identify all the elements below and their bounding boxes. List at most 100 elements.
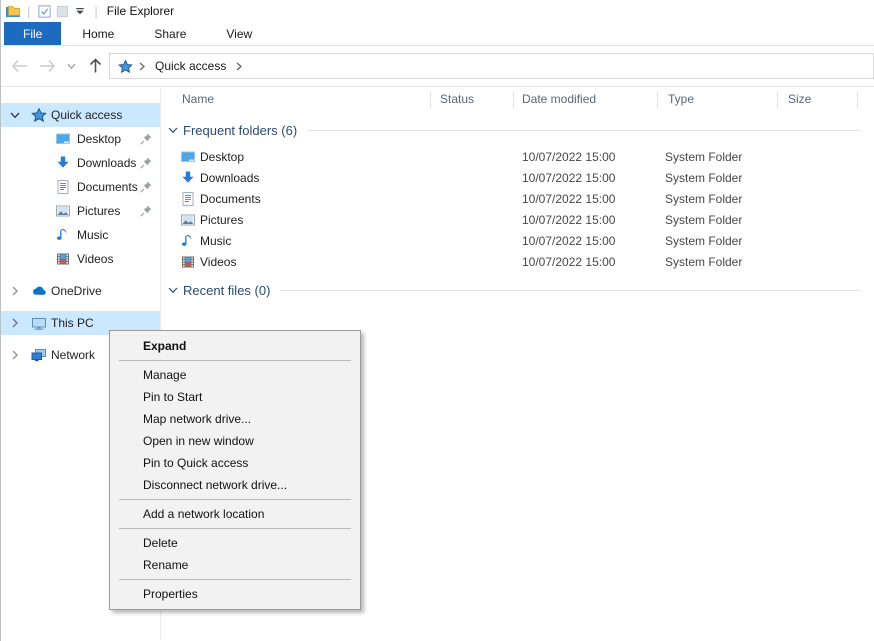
sidebar-item-label: Downloads — [77, 156, 136, 170]
column-divider[interactable] — [857, 91, 858, 109]
sidebar-item-label: Desktop — [77, 132, 121, 146]
tab-share[interactable]: Share — [135, 22, 205, 45]
menu-item-delete[interactable]: Delete — [110, 532, 360, 554]
network-icon — [31, 347, 47, 363]
column-divider[interactable] — [777, 91, 778, 109]
file-row-documents[interactable]: Documents 10/07/2022 15:00 System Folder — [161, 188, 874, 209]
desktop-icon — [180, 149, 196, 165]
sidebar-item-downloads[interactable]: Downloads — [1, 151, 160, 175]
chevron-down-icon[interactable] — [9, 109, 21, 121]
documents-icon — [55, 179, 71, 195]
file-row-music[interactable]: Music 10/07/2022 15:00 System Folder — [161, 230, 874, 251]
column-divider[interactable] — [657, 91, 658, 109]
file-name: Desktop — [200, 150, 244, 164]
sidebar-item-label: Pictures — [77, 204, 120, 218]
qat-customize-chevron-icon[interactable] — [71, 2, 89, 20]
file-type: System Folder — [665, 255, 742, 269]
sidebar-item-quick-access[interactable]: Quick access — [1, 103, 160, 127]
tab-file[interactable]: File — [4, 22, 61, 45]
file-name: Videos — [200, 255, 236, 269]
group-count: (0) — [255, 283, 271, 298]
sidebar-item-onedrive[interactable]: OneDrive — [1, 279, 160, 303]
window-title: File Explorer — [107, 4, 174, 18]
group-label: Recent files — [183, 283, 251, 298]
column-header-type[interactable]: Type — [668, 92, 694, 106]
videos-film-icon — [180, 254, 196, 270]
documents-icon — [180, 191, 196, 207]
music-note-icon — [180, 233, 196, 249]
menu-item-disconnect-network-drive[interactable]: Disconnect network drive... — [110, 474, 360, 496]
file-date-modified: 10/07/2022 15:00 — [522, 192, 615, 206]
explorer-folder-icon — [4, 2, 22, 20]
file-row-desktop[interactable]: Desktop 10/07/2022 15:00 System Folder — [161, 146, 874, 167]
column-divider[interactable] — [513, 91, 514, 109]
forward-button[interactable] — [37, 56, 57, 76]
chevron-right-icon[interactable] — [9, 285, 21, 297]
recent-locations-chevron-icon[interactable] — [65, 56, 77, 76]
breadcrumb-chevron-icon[interactable] — [139, 62, 145, 71]
menu-item-rename[interactable]: Rename — [110, 554, 360, 576]
file-name: Downloads — [200, 171, 259, 185]
pin-icon — [139, 132, 153, 146]
sidebar-item-label: This PC — [51, 316, 94, 330]
qat-new-folder-icon[interactable] — [53, 2, 71, 20]
tab-view[interactable]: View — [207, 22, 271, 45]
sidebar-item-pictures[interactable]: Pictures — [1, 199, 160, 223]
group-label: Frequent folders — [183, 123, 278, 138]
chevron-right-icon[interactable] — [9, 349, 21, 361]
sidebar-item-label: Music — [77, 228, 108, 242]
pin-icon — [139, 204, 153, 218]
column-header-size[interactable]: Size — [788, 92, 811, 106]
group-header-frequent-folders[interactable]: Frequent folders (6) — [166, 121, 860, 139]
address-bar[interactable]: Quick access — [109, 53, 874, 79]
file-name: Documents — [200, 192, 261, 206]
up-button[interactable] — [85, 56, 105, 76]
pictures-icon — [180, 212, 196, 228]
chevron-down-icon[interactable] — [166, 127, 180, 134]
chevron-down-icon[interactable] — [166, 287, 180, 294]
menu-item-open-in-new-window[interactable]: Open in new window — [110, 430, 360, 452]
sidebar-item-desktop[interactable]: Desktop — [1, 127, 160, 151]
file-type: System Folder — [665, 150, 742, 164]
group-header-recent-files[interactable]: Recent files (0) — [166, 281, 860, 299]
menu-separator — [119, 499, 351, 500]
group-count: (6) — [281, 123, 297, 138]
back-button[interactable] — [9, 56, 29, 76]
menu-item-manage[interactable]: Manage — [110, 364, 360, 386]
pictures-icon — [55, 203, 71, 219]
column-header-date-modified[interactable]: Date modified — [522, 92, 596, 106]
qat-separator: | — [27, 4, 30, 19]
sidebar-item-documents[interactable]: Documents — [1, 175, 160, 199]
this-pc-monitor-icon — [31, 315, 47, 331]
menu-item-map-network-drive[interactable]: Map network drive... — [110, 408, 360, 430]
menu-item-expand[interactable]: Expand — [110, 335, 360, 357]
file-type: System Folder — [665, 234, 742, 248]
column-header-status[interactable]: Status — [440, 92, 474, 106]
tab-home[interactable]: Home — [63, 22, 133, 45]
qat-properties-icon[interactable] — [35, 2, 53, 20]
file-date-modified: 10/07/2022 15:00 — [522, 234, 615, 248]
pin-icon — [139, 180, 153, 194]
sidebar-item-videos[interactable]: Videos — [1, 247, 160, 271]
menu-item-add-a-network-location[interactable]: Add a network location — [110, 503, 360, 525]
breadcrumb-quick-access[interactable]: Quick access — [151, 57, 230, 75]
menu-item-pin-to-start[interactable]: Pin to Start — [110, 386, 360, 408]
downloads-icon — [55, 155, 71, 171]
frequent-folders-list: Desktop 10/07/2022 15:00 System Folder D… — [161, 146, 874, 272]
file-row-pictures[interactable]: Pictures 10/07/2022 15:00 System Folder — [161, 209, 874, 230]
breadcrumb-chevron-icon[interactable] — [236, 62, 242, 71]
file-row-videos[interactable]: Videos 10/07/2022 15:00 System Folder — [161, 251, 874, 272]
file-date-modified: 10/07/2022 15:00 — [522, 255, 615, 269]
menu-item-pin-to-quick-access[interactable]: Pin to Quick access — [110, 452, 360, 474]
pin-icon — [139, 156, 153, 170]
file-row-downloads[interactable]: Downloads 10/07/2022 15:00 System Folder — [161, 167, 874, 188]
sidebar-item-label: OneDrive — [51, 284, 102, 298]
column-divider[interactable] — [430, 91, 431, 109]
onedrive-cloud-icon — [31, 283, 47, 299]
sidebar-item-music[interactable]: Music — [1, 223, 160, 247]
file-name: Pictures — [200, 213, 243, 227]
column-header-name[interactable]: Name — [182, 92, 214, 106]
file-type: System Folder — [665, 192, 742, 206]
chevron-right-icon[interactable] — [9, 317, 21, 329]
menu-item-properties[interactable]: Properties — [110, 583, 360, 605]
